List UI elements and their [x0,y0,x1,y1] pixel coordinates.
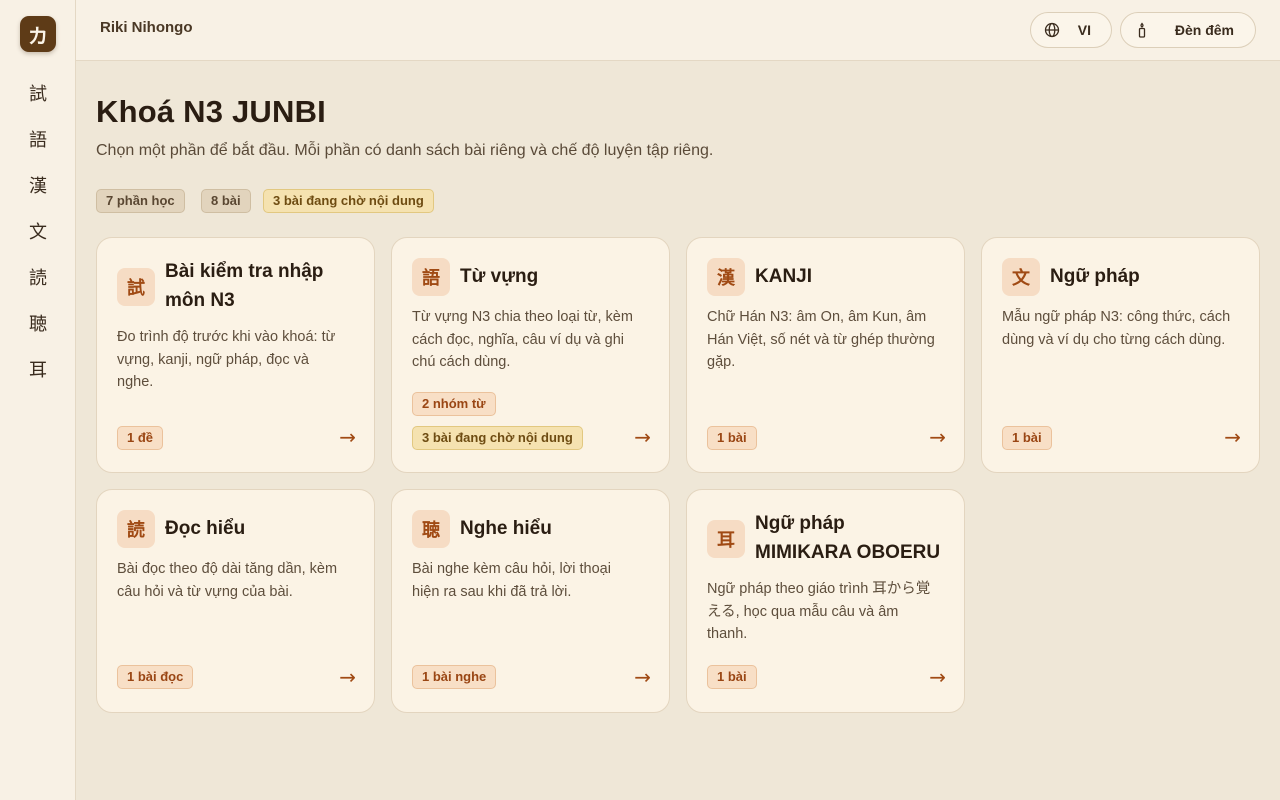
arrow-right-icon: → [634,665,651,689]
arrow-right-icon: → [339,425,356,449]
card-tag: 2 nhóm từ [412,392,496,416]
card-pending-tag: 3 bài đang chờ nội dung [412,426,583,450]
candle-icon [1138,22,1146,38]
card-title: Đọc hiểu [165,518,246,539]
language-label: VI [1077,22,1091,38]
card-description: Từ vựng N3 chia theo loại từ, kèm cách đ… [412,309,633,370]
globe-icon [1044,22,1060,38]
card-kanji-icon: 漢 [707,258,745,296]
sidebar-item-grammar[interactable]: 文 [18,215,58,247]
card-kanji[interactable]: 漢 KANJI Chữ Hán N3: âm On, âm Kun, âm Há… [686,237,965,473]
card-mimikara-grammar[interactable]: 耳 Ngữ pháp MIMIKARA OBOERU Ngữ pháp theo… [686,489,965,713]
sidebar: カ 試 語 漢 文 読 聴 耳 [0,0,76,800]
card-title: KANJI [755,266,813,287]
card-placement-test[interactable]: 試 Bài kiểm tra nhập môn N3 Đo trình độ t… [96,237,375,473]
card-tag: 1 bài đọc [117,665,194,689]
night-mode-label: Đèn đêm [1174,22,1234,38]
card-title: Nghe hiểu [460,518,552,539]
card-kanji-icon: 読 [117,510,155,548]
page-title: Khoá N3 JUNBI [96,94,326,129]
arrow-right-icon: → [339,665,356,689]
card-grammar[interactable]: 文 Ngữ pháp Mẫu ngữ pháp N3: công thức, c… [981,237,1260,473]
card-title: Ngữ pháp MIMIKARA OBOERU [755,513,941,563]
lessons-count-chip: 8 bài [201,189,251,213]
language-button[interactable]: VI [1030,12,1112,48]
arrow-right-icon: → [1224,425,1241,449]
night-mode-button[interactable]: Đèn đêm [1120,12,1256,48]
sections-count-chip: 7 phần học [96,189,185,213]
card-description: Mẫu ngữ pháp N3: công thức, cách dùng và… [1002,309,1231,348]
card-reading[interactable]: 読 Đọc hiểu Bài đọc theo độ dài tăng dần,… [96,489,375,713]
pending-lessons-chip: 3 bài đang chờ nội dung [263,189,434,213]
arrow-right-icon: → [634,425,651,449]
sidebar-item-vocabulary[interactable]: 語 [18,123,58,155]
card-title: Từ vựng [460,266,539,287]
sidebar-item-mimikara[interactable]: 耳 [18,353,58,385]
card-listening[interactable]: 聴 Nghe hiểu Bài nghe kèm câu hỏi, lời th… [391,489,670,713]
top-header: Riki Nihongo VI Đèn đêm [76,0,1280,61]
card-vocabulary[interactable]: 語 Từ vựng Từ vựng N3 chia theo loại từ, … [391,237,670,473]
card-description: Đo trình độ trước khi vào khoá: từ vựng,… [117,329,336,390]
card-tag: 1 bài [707,426,757,450]
card-tag: 1 đề [117,426,164,450]
card-description: Bài đọc theo độ dài tăng dần, kèm câu hỏ… [117,561,338,600]
card-title: Bài kiểm tra nhập môn N3 [165,261,324,311]
card-description: Chữ Hán N3: âm On, âm Kun, âm Hán Việt, … [707,309,935,370]
card-description: Ngữ pháp theo giáo trình 耳から覚える, học qua… [707,581,931,642]
card-tag: 1 bài [1002,426,1052,450]
card-tag: 1 bài [707,665,757,689]
card-tag: 1 bài nghe [412,665,497,689]
sidebar-item-reading[interactable]: 読 [18,261,58,293]
card-kanji-icon: 文 [1002,258,1040,296]
card-description: Bài nghe kèm câu hỏi, lời thoại hiện ra … [412,561,611,600]
brand-name[interactable]: Riki Nihongo [100,19,193,36]
page-subtitle: Chọn một phần để bắt đầu. Mỗi phần có da… [96,142,714,159]
card-kanji-icon: 耳 [707,520,745,558]
card-kanji-icon: 聴 [412,510,450,548]
sidebar-item-test[interactable]: 試 [18,77,58,109]
arrow-right-icon: → [929,425,946,449]
card-title: Ngữ pháp [1050,266,1140,287]
sidebar-item-kanji[interactable]: 漢 [18,169,58,201]
card-kanji-icon: 試 [117,268,155,306]
sidebar-item-listening[interactable]: 聴 [18,307,58,339]
arrow-right-icon: → [929,665,946,689]
card-kanji-icon: 語 [412,258,450,296]
app-logo[interactable]: カ [20,16,56,52]
